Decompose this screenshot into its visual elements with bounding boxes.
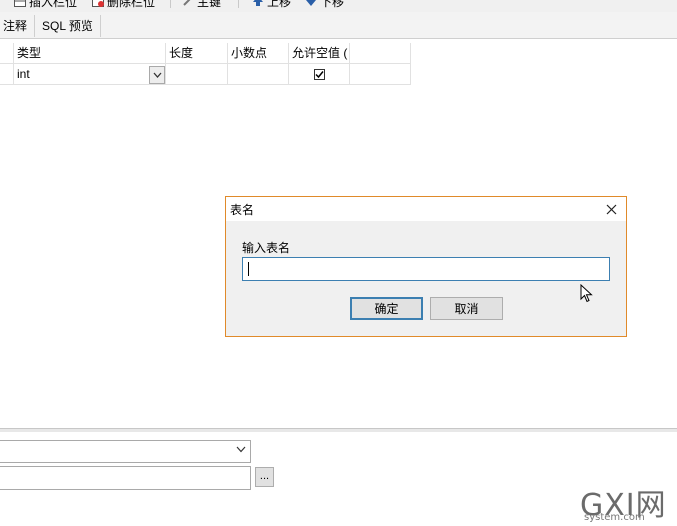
primary-key-label: 主键 [197,0,222,9]
length-cell[interactable] [166,64,228,85]
table-name-label: 输入表名 [242,241,291,255]
decimals-cell[interactable] [228,64,289,85]
insert-field-label: 插入栏位 [29,0,78,9]
table-name-dialog: 表名 输入表名 确定 取消 [225,196,627,337]
header-decimals: 小数点 [228,43,289,64]
delete-field-button[interactable]: 删除栏位 [92,0,156,9]
delete-field-icon [92,0,104,7]
move-down-button[interactable]: 下移 [305,0,345,9]
row-header-cell[interactable] [0,64,14,85]
mouse-cursor-icon [580,284,593,303]
header-blank [350,43,411,64]
header-type: 类型 [14,43,166,64]
bottom-combo-box[interactable] [0,440,251,463]
close-icon [606,204,616,214]
tab-comment[interactable]: 注释 [0,15,36,37]
primary-key-button[interactable]: 主键 [182,0,222,9]
watermark-sub-text: system.com [584,512,645,523]
tab-sql-preview[interactable]: SQL 预览 [35,15,101,37]
delete-field-label: 删除栏位 [107,0,156,9]
move-down-label: 下移 [320,0,345,9]
cancel-button[interactable]: 取消 [430,297,503,320]
insert-field-button[interactable]: 插入栏位 [14,0,78,9]
dialog-titlebar: 表名 [226,197,626,221]
bottom-text-field[interactable] [0,466,251,490]
watermark-logo: GXI网 system.com [580,484,672,524]
text-caret [248,262,249,276]
move-up-icon [252,0,264,7]
chevron-down-icon [153,72,161,78]
header-length: 长度 [166,43,228,64]
checkmark-icon [315,71,324,79]
move-up-button[interactable]: 上移 [252,0,292,9]
table-name-input[interactable] [242,257,610,281]
primary-key-icon [182,0,194,7]
header-allow-null: 允许空值 ( [289,43,350,64]
type-dropdown-button[interactable] [149,66,165,84]
dialog-close-button[interactable] [600,199,622,219]
insert-field-icon [14,0,26,7]
chevron-down-icon [236,446,246,453]
move-up-label: 上移 [267,0,292,9]
browse-button[interactable]: ... [255,467,274,487]
type-cell[interactable]: int [14,64,166,85]
blank-cell [350,64,411,85]
ok-button[interactable]: 确定 [350,297,423,320]
allow-null-checkbox[interactable] [314,69,325,80]
tab-bar: 注释 SQL 预览 [0,12,677,39]
row-header-cell [0,43,14,64]
move-down-icon [305,0,317,7]
panel-splitter[interactable] [0,428,677,432]
dialog-title: 表名 [230,203,255,217]
